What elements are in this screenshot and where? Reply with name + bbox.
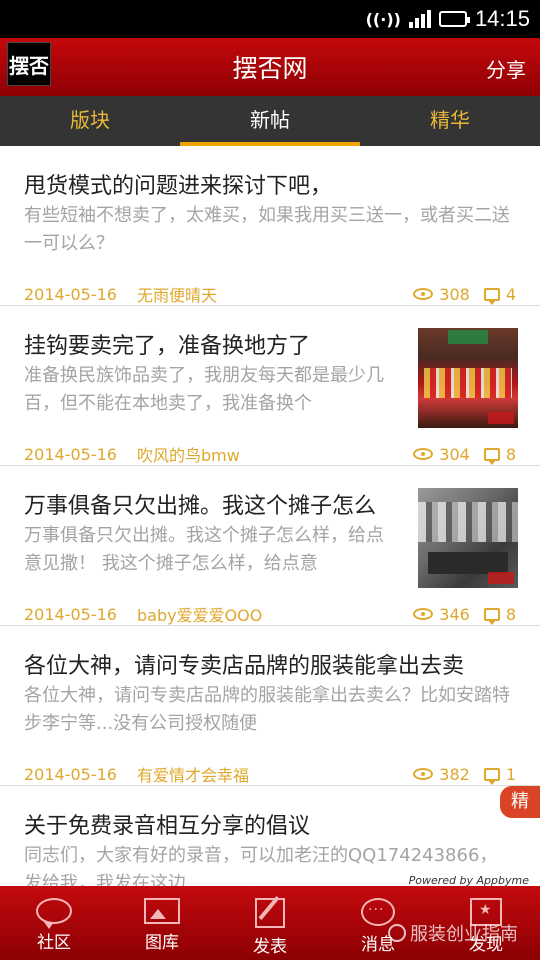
nav-item-post[interactable]: 发表 bbox=[216, 886, 324, 960]
battery-icon bbox=[438, 11, 470, 27]
list-item[interactable]: 精 关于免费录音相互分享的倡议 同志们，大家有好的录音，可以加老汪的QQ1742… bbox=[0, 786, 540, 886]
post-summary: 有些短袖不想卖了，太难买，如果我用买三送一，或者买二送一可以么？ bbox=[24, 205, 510, 254]
nav-label: 发表 bbox=[253, 937, 287, 957]
post-date: 2014-05-16 bbox=[24, 284, 117, 304]
post-meta: 2014-05-16 吹风的鸟bmw 304 8 bbox=[24, 442, 516, 466]
app-logo[interactable]: 摆否 bbox=[7, 42, 51, 86]
post-date: 2014-05-16 bbox=[24, 444, 117, 464]
post-icon bbox=[255, 898, 285, 928]
nav-item-gallery[interactable]: 图库 bbox=[108, 886, 216, 960]
post-author[interactable]: 无雨便晴天 bbox=[137, 282, 399, 306]
share-button[interactable]: 分享 bbox=[486, 54, 526, 83]
post-title: 各位大神，请问专卖店品牌的服装能拿出去卖 bbox=[24, 654, 465, 679]
post-summary: 各位大神，请问专卖店品牌的服装能拿出去卖么？比如安踏特步李宁等...没有公司授权… bbox=[24, 685, 510, 734]
post-summary: 准备换民族饰品卖了，我朋友每天都是最少几百，但不能在本地卖了，我准备换个 bbox=[24, 365, 384, 414]
list-item[interactable]: 万事俱备只欠出摊。我这个摊子怎么 万事俱备只欠出摊。我这个摊子怎么样，给点意见撒… bbox=[0, 466, 540, 626]
comment-icon bbox=[483, 287, 500, 305]
post-author[interactable]: 吹风的鸟bmw bbox=[137, 442, 399, 466]
vibrate-icon: ((·)) bbox=[365, 9, 401, 29]
post-author[interactable]: baby爱爱爱OOO bbox=[137, 602, 399, 626]
reply-count: 4 bbox=[505, 284, 516, 304]
post-thumbnail[interactable] bbox=[418, 488, 518, 588]
post-summary: 万事俱备只欠出摊。我这个摊子怎么样，给点意见撒！ 我这个摊子怎么样，给点意 bbox=[24, 525, 384, 574]
comment-icon bbox=[483, 607, 500, 625]
nav-label: 社区 bbox=[37, 933, 71, 953]
list-item[interactable]: 甩货模式的问题进来探讨下吧， 有些短袖不想卖了，太难买，如果我用买三送一，或者买… bbox=[0, 146, 540, 306]
watermark-icon bbox=[388, 924, 406, 942]
comment-icon bbox=[483, 447, 500, 465]
status-bar: ((·)) 14:15 bbox=[0, 0, 540, 38]
tab-featured[interactable]: 精华 bbox=[360, 96, 540, 146]
reply-count: 1 bbox=[505, 764, 516, 784]
post-title: 关于免费录音相互分享的倡议 bbox=[24, 814, 311, 839]
post-meta: 2014-05-16 baby爱爱爱OOO 346 8 bbox=[24, 602, 516, 626]
reply-count: 8 bbox=[505, 444, 516, 464]
post-title: 万事俱备只欠出摊。我这个摊子怎么 bbox=[24, 494, 377, 519]
watermark-text: 服装创业指南 bbox=[410, 924, 518, 945]
watermark: 服装创业指南 bbox=[388, 920, 518, 946]
eye-icon bbox=[413, 448, 434, 460]
post-thumbnail[interactable] bbox=[418, 328, 518, 428]
community-icon bbox=[36, 898, 72, 929]
featured-badge: 精 bbox=[500, 786, 540, 818]
post-title: 挂钩要卖完了，准备换地方了 bbox=[24, 334, 311, 359]
view-count: 304 bbox=[439, 444, 470, 464]
post-meta: 2014-05-16 有爱情才会幸福 382 1 bbox=[24, 762, 516, 786]
eye-icon bbox=[413, 768, 434, 780]
view-count: 346 bbox=[439, 604, 470, 624]
nav-label: 图库 bbox=[145, 933, 179, 953]
eye-icon bbox=[413, 288, 434, 300]
gallery-icon bbox=[144, 898, 180, 924]
tab-sections[interactable]: 版块 bbox=[0, 96, 180, 146]
eye-icon bbox=[413, 608, 434, 620]
post-title: 甩货模式的问题进来探讨下吧， bbox=[24, 174, 333, 199]
list-item[interactable]: 各位大神，请问专卖店品牌的服装能拿出去卖 各位大神，请问专卖店品牌的服装能拿出去… bbox=[0, 626, 540, 786]
view-count: 382 bbox=[439, 764, 470, 784]
tab-new-posts[interactable]: 新帖 bbox=[180, 96, 360, 146]
signal-icon bbox=[408, 10, 431, 28]
app-header: 摆否 摆否网 分享 bbox=[0, 38, 540, 96]
powered-by-label: Powered by Appbyme bbox=[405, 873, 532, 886]
post-date: 2014-05-16 bbox=[24, 604, 117, 624]
view-count: 308 bbox=[439, 284, 470, 304]
post-author[interactable]: 有爱情才会幸福 bbox=[137, 762, 399, 786]
post-meta: 2014-05-16 无雨便晴天 308 4 bbox=[24, 282, 516, 306]
list-item[interactable]: 挂钩要卖完了，准备换地方了 准备换民族饰品卖了，我朋友每天都是最少几百，但不能在… bbox=[0, 306, 540, 466]
page-title: 摆否网 bbox=[232, 54, 308, 83]
post-date: 2014-05-16 bbox=[24, 764, 117, 784]
post-list[interactable]: 甩货模式的问题进来探讨下吧， 有些短袖不想卖了，太难买，如果我用买三送一，或者买… bbox=[0, 146, 540, 886]
status-time: 14:15 bbox=[474, 6, 530, 31]
tab-bar: 版块 新帖 精华 bbox=[0, 96, 540, 146]
comment-icon bbox=[483, 767, 500, 785]
reply-count: 8 bbox=[505, 604, 516, 624]
nav-item-community[interactable]: 社区 bbox=[0, 886, 108, 960]
